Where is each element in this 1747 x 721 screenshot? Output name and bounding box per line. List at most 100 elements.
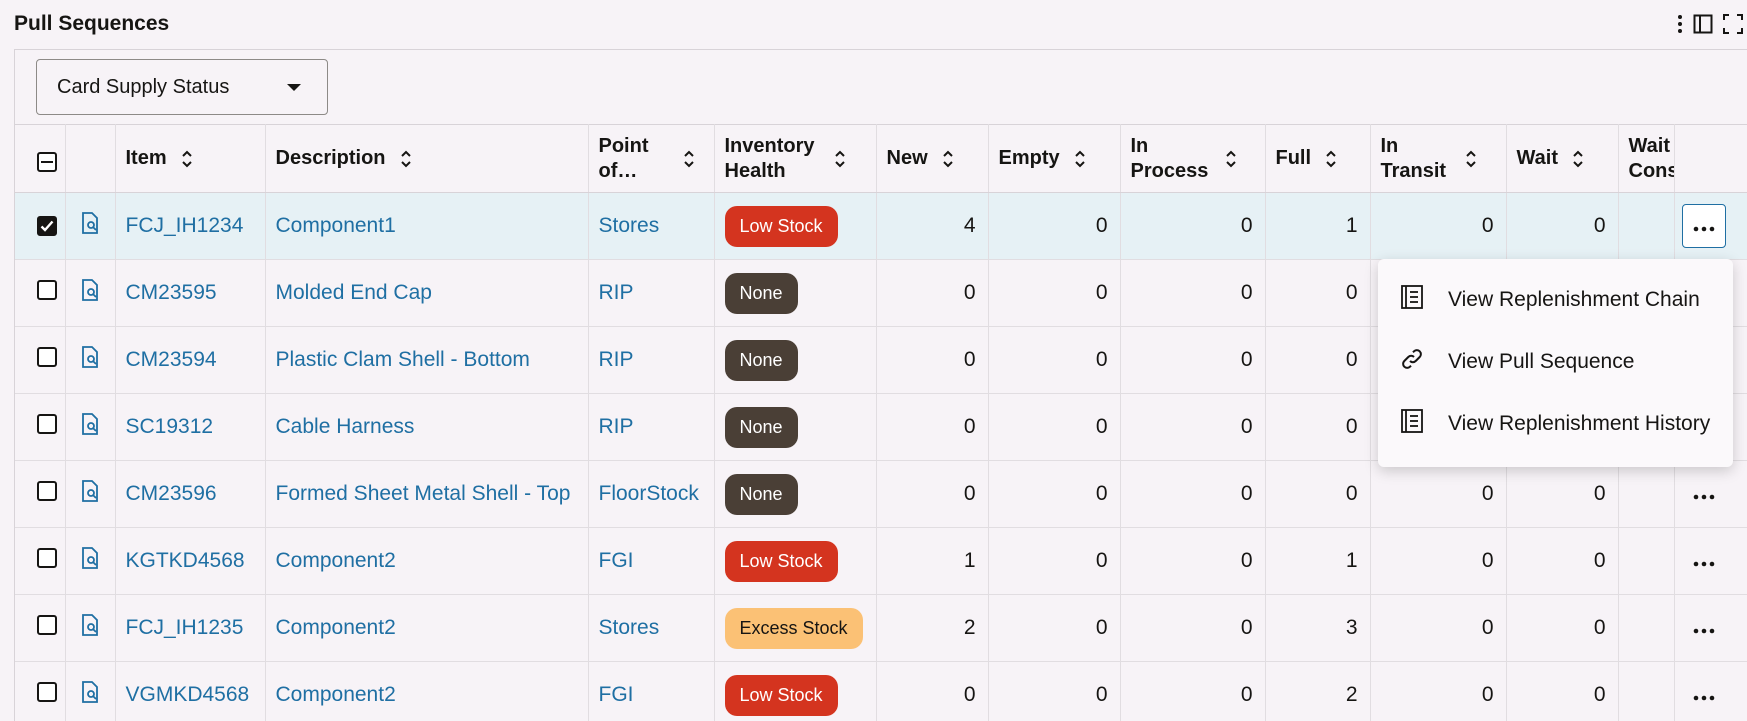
row-checkbox[interactable] (37, 548, 57, 568)
more-actions-button[interactable] (1682, 539, 1726, 583)
document-search-icon[interactable] (80, 485, 100, 508)
sort-icon[interactable] (683, 149, 695, 169)
actions-column-header (1674, 125, 1747, 193)
wait-cons-cell (1618, 662, 1674, 721)
row-checkbox[interactable] (37, 216, 57, 236)
column-header-inventory-health[interactable]: Inventory Health (714, 125, 876, 193)
panel-toggle-icon[interactable] (1693, 14, 1713, 34)
in-process-cell: 0 (1120, 662, 1265, 721)
empty-cell: 0 (988, 260, 1120, 327)
point-of-link[interactable]: Stores (599, 616, 660, 639)
wait-cell: 0 (1506, 193, 1618, 260)
row-checkbox[interactable] (37, 280, 57, 300)
row-checkbox[interactable] (37, 414, 57, 434)
sort-icon[interactable] (1325, 149, 1337, 169)
document-search-icon[interactable] (80, 217, 100, 240)
table-row[interactable]: FCJ_IH1235Component2StoresExcess Stock20… (15, 595, 1747, 662)
column-header-full[interactable]: Full (1265, 125, 1370, 193)
detail-icon-cell (65, 394, 115, 461)
item-link[interactable]: CM23595 (126, 281, 217, 304)
item-link[interactable]: VGMKD4568 (126, 683, 250, 706)
description-link[interactable]: Component2 (276, 683, 396, 706)
point-of-link[interactable]: Stores (599, 214, 660, 237)
menu-item-view-pull-sequence[interactable]: View Pull Sequence (1378, 331, 1733, 393)
column-header-empty[interactable]: Empty (988, 125, 1120, 193)
row-checkbox[interactable] (37, 347, 57, 367)
row-checkbox-cell (15, 528, 65, 595)
detail-icon-cell (65, 528, 115, 595)
point-of-link[interactable]: RIP (599, 281, 634, 304)
table-row[interactable]: CM23596 Formed Sheet Metal Shell - Top Flo… (15, 461, 1747, 528)
item-link[interactable]: FCJ_IH1235 (126, 616, 244, 639)
description-link[interactable]: Formed Sheet Metal Shell - Top (276, 482, 571, 505)
header-actions (1677, 14, 1743, 34)
point-of-link[interactable]: RIP (599, 415, 634, 438)
select-all-checkbox[interactable] (37, 152, 57, 172)
document-search-icon[interactable] (80, 418, 100, 441)
point-of-link[interactable]: FloorStock (599, 482, 699, 505)
column-header-wait-cons[interactable]: Wait Cons (1618, 125, 1674, 193)
point-of-link[interactable]: RIP (599, 348, 634, 371)
sort-icon[interactable] (1225, 149, 1237, 169)
description-link[interactable]: Component1 (276, 214, 396, 237)
menu-item-view-replenishment-chain[interactable]: View Replenishment Chain (1378, 269, 1733, 331)
card-supply-status-dropdown[interactable]: Card Supply Status (36, 59, 328, 115)
column-header-in-process[interactable]: In Process (1120, 125, 1265, 193)
fullscreen-icon[interactable] (1723, 14, 1743, 34)
item-link[interactable]: KGTKD4568 (126, 549, 245, 572)
document-search-icon[interactable] (80, 351, 100, 374)
document-search-icon[interactable] (80, 552, 100, 575)
sort-icon[interactable] (1074, 149, 1086, 169)
item-link[interactable]: FCJ_IH1234 (126, 214, 244, 237)
sort-icon[interactable] (400, 149, 412, 169)
column-header-new[interactable]: New (876, 125, 988, 193)
in-process-cell: 0 (1120, 260, 1265, 327)
more-actions-button[interactable] (1682, 472, 1726, 516)
description-cell: Component1 (265, 193, 588, 260)
row-checkbox[interactable] (37, 615, 57, 635)
item-link[interactable]: SC19312 (126, 415, 214, 438)
wait-cons-cell (1618, 461, 1674, 528)
empty-cell: 0 (988, 193, 1120, 260)
sort-icon[interactable] (942, 149, 954, 169)
table-row[interactable]: VGMKD4568Component2FGILow Stock000200 (15, 662, 1747, 721)
table-row[interactable]: FCJ_IH1234Component1StoresLow Stock40010… (15, 193, 1747, 260)
document-search-icon[interactable] (80, 686, 100, 709)
item-link[interactable]: CM23596 (126, 482, 217, 505)
row-checkbox[interactable] (37, 682, 57, 702)
column-header-in-transit[interactable]: In Transit (1370, 125, 1506, 193)
row-checkbox-cell (15, 595, 65, 662)
document-list-icon (1400, 284, 1424, 316)
sort-icon[interactable] (1572, 149, 1584, 169)
empty-cell: 0 (988, 662, 1120, 721)
column-header-item[interactable]: Item (115, 125, 265, 193)
point-of-link[interactable]: FGI (599, 683, 634, 706)
document-search-icon[interactable] (80, 284, 100, 307)
column-header-wait[interactable]: Wait (1506, 125, 1618, 193)
more-actions-button[interactable] (1682, 606, 1726, 650)
item-link[interactable]: CM23594 (126, 348, 217, 371)
row-checkbox[interactable] (37, 481, 57, 501)
description-link[interactable]: Molded End Cap (276, 281, 432, 304)
description-link[interactable]: Component2 (276, 616, 396, 639)
point-of-link[interactable]: FGI (599, 549, 634, 572)
more-actions-button[interactable] (1682, 673, 1726, 717)
more-actions-button[interactable] (1682, 204, 1726, 248)
column-header-point-of[interactable]: Point of… (588, 125, 714, 193)
empty-cell: 0 (988, 595, 1120, 662)
dropdown-value: Card Supply Status (57, 76, 229, 99)
document-search-icon[interactable] (80, 619, 100, 642)
more-vertical-icon[interactable] (1677, 14, 1683, 34)
sort-icon[interactable] (834, 149, 846, 169)
description-link[interactable]: Component2 (276, 549, 396, 572)
sort-icon[interactable] (1465, 149, 1477, 169)
column-header-description[interactable]: Description (265, 125, 588, 193)
description-link[interactable]: Cable Harness (276, 415, 415, 438)
menu-item-view-replenishment-history[interactable]: View Replenishment History (1378, 393, 1733, 455)
sort-icon[interactable] (181, 149, 193, 169)
new-cell: 0 (876, 461, 988, 528)
more-horizontal-icon (1693, 549, 1715, 573)
description-link[interactable]: Plastic Clam Shell - Bottom (276, 348, 530, 371)
item-cell: CM23596 (115, 461, 265, 528)
table-row[interactable]: KGTKD4568Component2FGILow Stock100100 (15, 528, 1747, 595)
